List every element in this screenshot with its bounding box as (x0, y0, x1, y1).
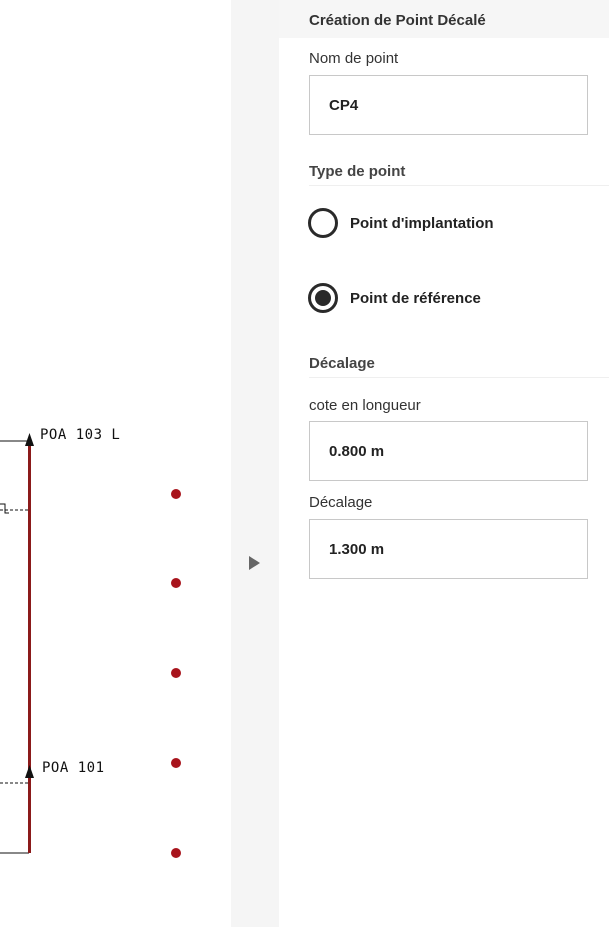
radio-label-implantation: Point d'implantation (350, 214, 494, 232)
offset-dot[interactable] (171, 668, 181, 678)
offset-point-panel: Création de Point Décalé Nom de point CP… (279, 0, 609, 927)
radio-label-reference: Point de référence (350, 289, 481, 307)
offset-dot[interactable] (171, 848, 181, 858)
radio-unchecked-icon[interactable] (308, 208, 338, 238)
name-label: Nom de point (309, 50, 399, 67)
name-input[interactable]: CP4 (309, 75, 588, 135)
drawing-svg[interactable]: POA 103 L POA 101 (0, 0, 231, 927)
type-section-title: Type de point (309, 163, 406, 180)
length-input[interactable]: 0.800 m (309, 421, 588, 481)
cad-symbol (0, 503, 9, 514)
offset-dot[interactable] (171, 758, 181, 768)
length-label: cote en longueur (309, 397, 421, 414)
panel-toggle-strip (231, 0, 279, 927)
point-label-poa103: POA 103 L (40, 427, 120, 443)
offset-label: Décalage (309, 494, 373, 511)
radio-checked-icon[interactable] (308, 283, 338, 313)
expand-arrow-icon[interactable] (249, 556, 260, 570)
point-marker-poa101[interactable] (25, 765, 34, 778)
divider (309, 377, 609, 378)
offset-section-title: Décalage (309, 355, 375, 372)
offset-dot[interactable] (171, 578, 181, 588)
point-marker-poa103[interactable] (25, 433, 34, 446)
radio-point-implantation[interactable]: Point d'implantation (308, 208, 494, 238)
offset-dot[interactable] (171, 489, 181, 499)
offset-input[interactable]: 1.300 m (309, 519, 588, 579)
panel-title: Création de Point Décalé (279, 0, 609, 38)
drawing-canvas[interactable]: POA 103 L POA 101 (0, 0, 231, 927)
point-label-poa101: POA 101 (42, 760, 105, 776)
radio-point-reference[interactable]: Point de référence (308, 283, 481, 313)
divider (309, 185, 609, 186)
